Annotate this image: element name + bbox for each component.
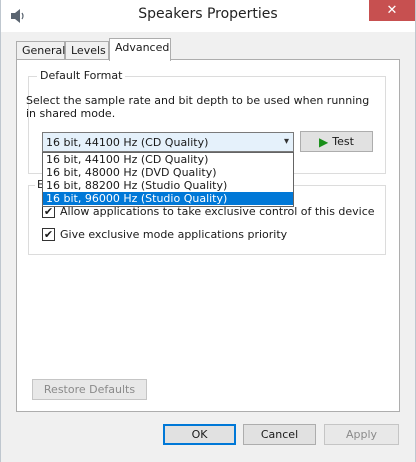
chevron-down-icon[interactable]: ▾ [284,136,289,147]
play-icon: ▶ [319,134,329,149]
dropdown-option[interactable]: 16 bit, 88200 Hz (Studio Quality) [43,179,293,192]
sample-rate-select[interactable]: 16 bit, 44100 Hz (CD Quality) ▾ [42,132,294,152]
close-button[interactable]: ✕ [369,0,415,21]
priority-row[interactable]: ✔ Give exclusive mode applications prior… [42,228,287,241]
tab-levels[interactable]: Levels [65,41,109,60]
restore-defaults-button[interactable]: Restore Defaults [32,379,147,400]
sample-rate-selected-value: 16 bit, 44100 Hz (CD Quality) [46,135,209,149]
priority-checkbox[interactable]: ✔ [42,228,55,241]
default-format-description: Select the sample rate and bit depth to … [26,94,370,120]
window-title: Speakers Properties [138,6,278,22]
tab-advanced[interactable]: Advanced [109,38,171,61]
dropdown-option[interactable]: 16 bit, 44100 Hz (CD Quality) [43,153,293,166]
dropdown-option[interactable]: 16 bit, 48000 Hz (DVD Quality) [43,166,293,179]
properties-window: Speakers Properties ✕ General Levels Adv… [0,0,416,462]
priority-label: Give exclusive mode applications priorit… [60,228,288,241]
test-button-label: Test [332,135,354,148]
title-bar: Speakers Properties ✕ [1,0,415,32]
default-format-title: Default Format [37,69,126,82]
tab-general[interactable]: General [16,41,65,60]
sample-rate-dropdown-list: 16 bit, 44100 Hz (CD Quality) 16 bit, 48… [42,152,294,207]
test-button[interactable]: ▶ Test [300,131,373,152]
ok-button[interactable]: OK [163,424,236,445]
cancel-button[interactable]: Cancel [243,424,316,445]
close-icon: ✕ [386,3,398,18]
dropdown-option-highlighted[interactable]: 16 bit, 96000 Hz (Studio Quality) [43,192,293,205]
apply-button[interactable]: Apply [324,424,399,445]
